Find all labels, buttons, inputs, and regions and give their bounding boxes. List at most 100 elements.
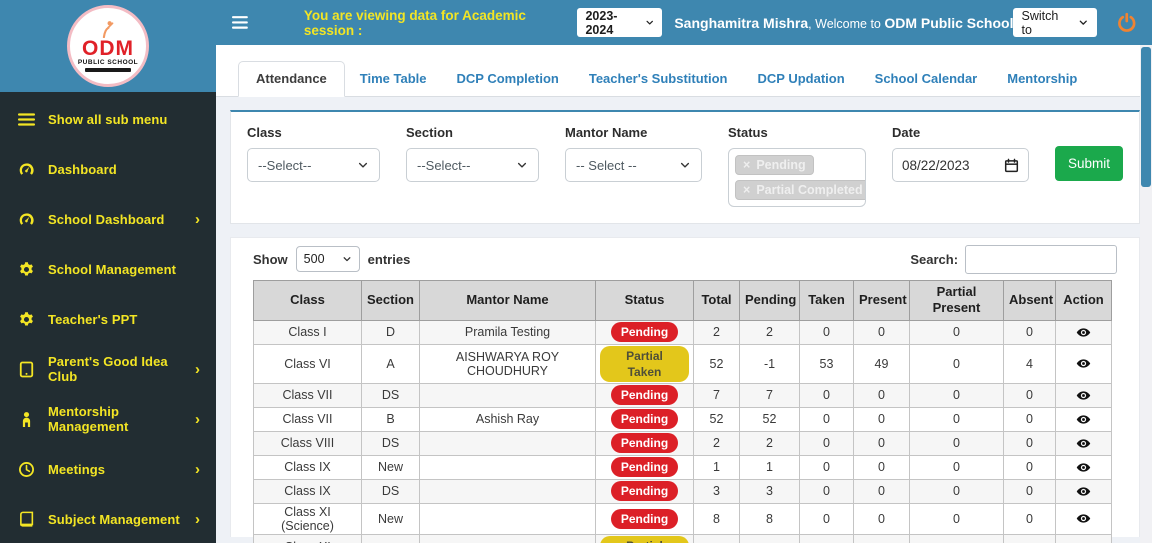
table-header-row: Class Section Mantor Name Status Total Pendin… <box>253 280 1112 321</box>
status-cell: Pending <box>595 454 694 480</box>
section-select-value: --Select-- <box>417 157 471 173</box>
mantor-label: Mantor Name <box>565 125 648 140</box>
action-cell <box>1055 406 1112 432</box>
section-cell: New <box>361 502 420 535</box>
class-select-value: --Select-- <box>258 157 312 173</box>
column-header[interactable]: Status <box>595 280 694 321</box>
mantor-cell <box>419 382 596 408</box>
tab-school-calendar[interactable]: School Calendar <box>860 62 993 96</box>
partial-present-cell: 0 <box>909 343 1004 384</box>
sidebar-item-subject-management[interactable]: Subject Management › <box>0 494 216 543</box>
column-header[interactable]: Partial Present <box>909 280 1004 321</box>
mantor-cell <box>419 502 596 535</box>
sidebar-item-label: School Dashboard <box>48 211 165 227</box>
column-header[interactable]: Action <box>1055 280 1112 321</box>
absent-cell: 0 <box>1003 502 1056 535</box>
switch-to-select[interactable]: Switch to <box>1013 8 1097 37</box>
partial-present-cell: 0 <box>909 533 1004 543</box>
sidebar-item-mentorship-management[interactable]: Mentorship Management › <box>0 394 216 444</box>
welcome-message: Sanghamitra Mishra, Welcome to ODM Publi… <box>674 15 1013 31</box>
remove-tag-icon[interactable]: × <box>743 158 750 172</box>
view-eye-icon[interactable] <box>1076 388 1091 403</box>
table-panel: Show 500 entries Search: Class Section Man… <box>230 237 1141 543</box>
logo-subtitle: PUBLIC SCHOOL <box>77 59 139 66</box>
column-header[interactable]: Mantor Name <box>419 280 596 321</box>
present-cell: 0 <box>853 502 910 535</box>
sidebar-item-show-all-sub-menu[interactable]: Show all sub menu <box>0 94 216 144</box>
entries-label: entries <box>367 251 411 267</box>
tab-dcp-completion[interactable]: DCP Completion <box>442 62 574 96</box>
view-eye-icon[interactable] <box>1076 436 1091 451</box>
column-header[interactable]: Taken <box>799 280 854 321</box>
search-input[interactable] <box>965 244 1118 274</box>
column-header[interactable]: Pending <box>739 280 800 321</box>
date-input[interactable]: 08/22/2023 <box>892 148 1029 182</box>
submit-button[interactable]: Submit <box>1055 146 1124 181</box>
column-header[interactable]: Section <box>361 280 420 321</box>
class-cell: Class IX <box>253 478 362 504</box>
status-badge: Pending <box>610 321 679 343</box>
column-header[interactable]: Present <box>853 280 910 321</box>
mantor-select[interactable]: -- Select -- <box>565 148 702 182</box>
sidebar-item-parents-good-idea-club[interactable]: Parent's Good Idea Club › <box>0 344 216 394</box>
pending-cell: 2 <box>739 319 800 345</box>
status-badge: Pending <box>610 457 679 478</box>
sidebar-item-label: Teacher's PPT <box>48 311 138 327</box>
absent-cell: 0 <box>1003 454 1056 480</box>
total-cell: 2 <box>693 319 740 345</box>
tab-attendance[interactable]: Attendance <box>238 61 345 97</box>
calendar-icon[interactable] <box>1004 158 1019 173</box>
search-label: Search: <box>910 251 959 267</box>
school-logo[interactable]: ODM PUBLIC SCHOOL <box>67 5 149 87</box>
sidebar-item-dashboard[interactable]: Dashboard <box>0 144 216 194</box>
date-label: Date <box>892 125 921 140</box>
tab-time-table[interactable]: Time Table <box>345 62 442 96</box>
tab-teachers-substitution[interactable]: Teacher's Substitution <box>574 62 743 96</box>
session-select[interactable]: 2023-2024 <box>577 8 663 37</box>
column-header[interactable]: Class <box>253 280 362 321</box>
taken-cell: 53 <box>799 343 854 384</box>
total-cell: 7 <box>693 382 740 408</box>
status-multiselect[interactable]: × Pending × Partial Completed <box>728 148 866 207</box>
tab-dcp-updation[interactable]: DCP Updation <box>743 62 860 96</box>
view-eye-icon[interactable] <box>1076 412 1091 427</box>
tab-bar: Attendance Time Table DCP Completion Teache… <box>216 45 1152 97</box>
class-select[interactable]: --Select-- <box>247 148 380 182</box>
action-cell <box>1055 502 1112 535</box>
class-label: Class <box>247 125 282 140</box>
table-row: Class VII B Ashish Ray Pending 52 52 0 0 0 0 <box>253 406 1112 432</box>
section-cell: A <box>361 343 420 384</box>
column-header[interactable]: Total <box>693 280 740 321</box>
view-eye-icon[interactable] <box>1076 484 1091 499</box>
mantor-select-value: -- Select -- <box>576 157 637 173</box>
status-badge: Partial Taken <box>600 535 689 543</box>
show-label: Show <box>253 251 288 267</box>
column-header[interactable]: Absent <box>1003 280 1056 321</box>
remove-tag-icon[interactable]: × <box>743 183 750 197</box>
status-badge: Pending <box>610 481 679 502</box>
scrollbar-thumb[interactable] <box>1141 47 1151 187</box>
view-eye-icon[interactable] <box>1076 325 1091 340</box>
hamburger-icon[interactable] <box>232 15 248 30</box>
sidebar-item-meetings[interactable]: Meetings › <box>0 444 216 494</box>
hamburger-icon <box>18 111 35 128</box>
table-row: Class I D Pramila Testing Pending 2 2 0 0 0 0 <box>253 319 1112 345</box>
entries-select[interactable]: 500 <box>295 246 360 272</box>
clock-icon <box>18 461 35 478</box>
pending-cell: 2 <box>739 430 800 456</box>
present-cell: 45 <box>853 533 910 543</box>
sidebar-item-school-management[interactable]: School Management <box>0 244 216 294</box>
mantor-cell: Ashish Ray <box>419 406 596 432</box>
sidebar-item-school-dashboard[interactable]: School Dashboard › <box>0 194 216 244</box>
tab-mentorship[interactable]: Mentorship <box>992 62 1092 96</box>
view-eye-icon[interactable] <box>1076 460 1091 475</box>
status-tag: × Pending <box>735 155 814 175</box>
view-eye-icon[interactable] <box>1076 511 1091 526</box>
view-eye-icon[interactable] <box>1076 356 1091 371</box>
mantor-cell: Pramila Testing <box>419 319 596 345</box>
power-logout-icon[interactable] <box>1117 12 1137 33</box>
session-select-value: 2023-2024 <box>585 8 618 37</box>
section-select[interactable]: --Select-- <box>406 148 539 182</box>
tablet-icon <box>18 361 35 378</box>
sidebar-item-teachers-ppt[interactable]: Teacher's PPT <box>0 294 216 344</box>
